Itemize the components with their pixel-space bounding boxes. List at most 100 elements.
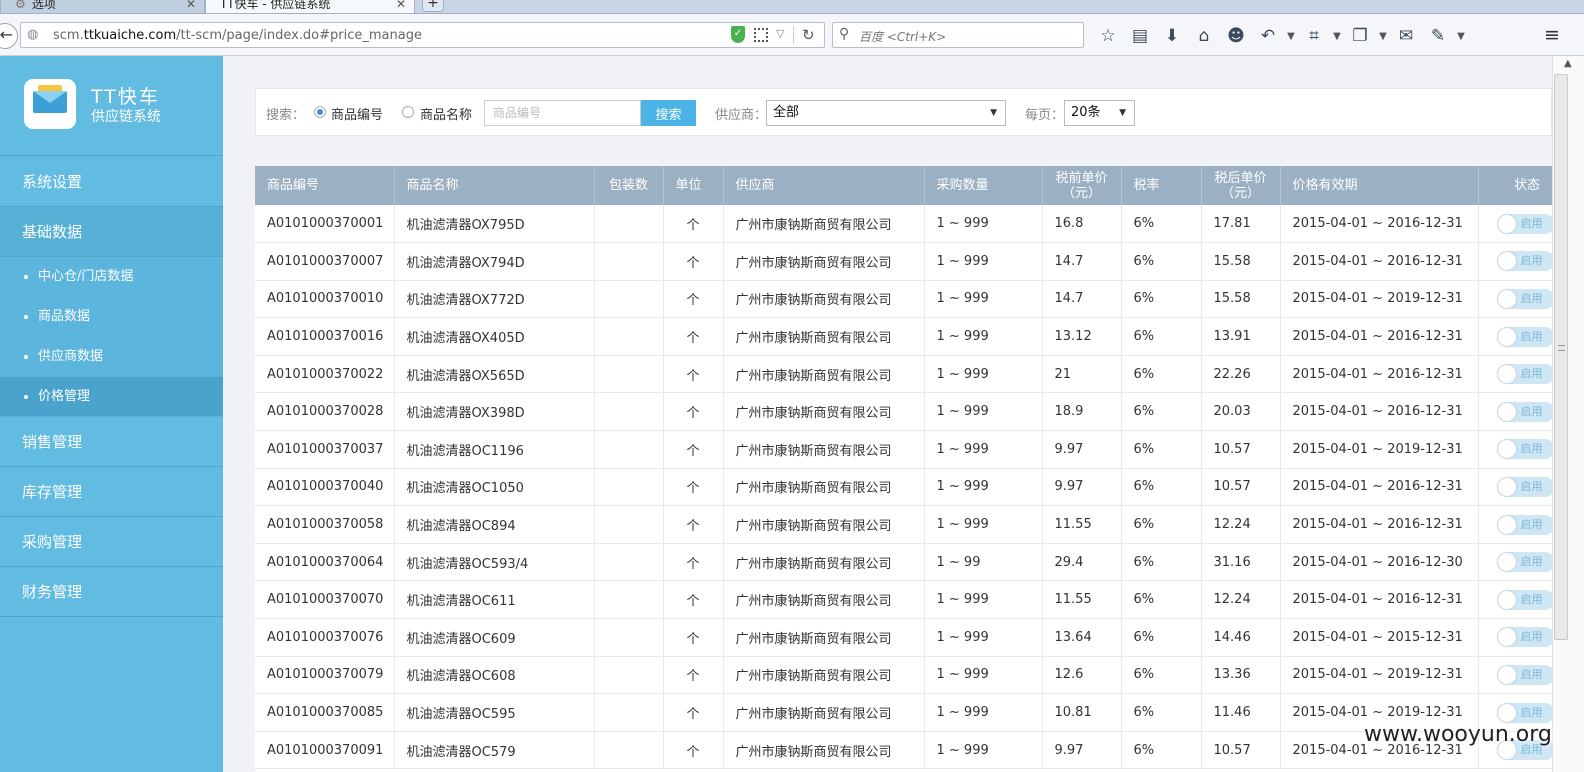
search-button[interactable]: 搜索 <box>641 100 696 126</box>
table-row[interactable]: A0101000370085 机油滤清器OC595 个广州市康钠斯商贸有限公司 1 ~… <box>255 693 1552 732</box>
status-toggle[interactable]: 启用 <box>1496 476 1552 497</box>
reload-icon[interactable]: ↻ <box>802 26 815 44</box>
product-code-cell: A0101000370010 <box>255 280 395 318</box>
table-row[interactable]: A0101000370022 机油滤清器OX565D 个广州市康钠斯商贸有限公司 1 … <box>255 355 1552 393</box>
supplier-cell: 广州市康钠斯商贸有限公司 <box>723 618 925 657</box>
chevron-down-icon[interactable]: ▼ <box>1330 31 1344 42</box>
table-row[interactable]: A0101000370058 机油滤清器OC894 个广州市康钠斯商贸有限公司 1 ~… <box>255 505 1552 544</box>
unit-cell: 个 <box>663 317 724 356</box>
sidebar-item-purchasing[interactable]: 采购管理 <box>0 517 223 567</box>
sidebar-item-system-settings[interactable]: 系统设置 <box>0 157 223 207</box>
unit-cell: 个 <box>663 580 724 619</box>
status-toggle[interactable]: 启用 <box>1496 364 1552 385</box>
table-row[interactable]: A0101000370037 机油滤清器OC1196 个广州市康钠斯商贸有限公司 1 … <box>255 430 1552 469</box>
radio-product-name-label[interactable]: 商品名称 <box>420 104 472 123</box>
browser-search-bar[interactable]: ⚲ 百度 <Ctrl+K> <box>832 22 1084 48</box>
product-name-cell: 机油滤清器OC608 <box>394 656 595 694</box>
package-count-cell <box>594 205 664 243</box>
package-count-cell <box>594 468 664 506</box>
tab-tt-scm[interactable]: TT快车 - 供应链系统 ✕ <box>205 0 415 13</box>
download-icon[interactable]: ⬇ <box>1156 26 1188 46</box>
table-row[interactable]: A0101000370070 机油滤清器OC611 个广州市康钠斯商贸有限公司 1 ~… <box>255 580 1552 619</box>
chevron-down-icon[interactable]: ▼ <box>1284 31 1298 42</box>
status-toggle[interactable]: 启用 <box>1496 702 1552 723</box>
supplier-select[interactable]: 全部 ▼ <box>766 100 1006 126</box>
status-toggle[interactable]: 启用 <box>1496 439 1552 460</box>
chevron-down-icon[interactable]: ▼ <box>1376 31 1390 42</box>
pre-tax-price-cell: 14.7 <box>1042 280 1122 318</box>
undo-icon[interactable]: ↶ <box>1252 26 1284 46</box>
purchase-qty-cell: 1 ~ 999 <box>924 392 1043 431</box>
reading-list-icon[interactable]: ▤ <box>1124 26 1156 46</box>
status-toggle[interactable]: 启用 <box>1496 514 1552 535</box>
package-count-cell <box>594 242 664 281</box>
shield-icon[interactable]: ✓ <box>731 26 745 43</box>
unit-cell: 个 <box>663 392 724 431</box>
table-row[interactable]: A0101000370001 机油滤清器OX795D 个广州市康钠斯商贸有限公司 1 … <box>255 205 1552 243</box>
package-count-cell <box>594 618 664 657</box>
divider <box>793 26 794 44</box>
scroll-up-icon[interactable]: ▲ <box>1564 58 1572 69</box>
page-icon[interactable]: ❐ <box>1344 26 1376 46</box>
status-cell: 启用 <box>1478 355 1552 393</box>
status-toggle[interactable]: 启用 <box>1496 251 1552 272</box>
qr-code-icon[interactable] <box>754 28 768 42</box>
table-row[interactable]: A0101000370076 机油滤清器OC609 个广州市康钠斯商贸有限公司 1 ~… <box>255 618 1552 657</box>
scrollbar-thumb[interactable] <box>1554 74 1568 640</box>
after-tax-price-cell: 12.24 <box>1201 505 1281 544</box>
sidebar-subitem-supplier-data[interactable]: 供应商数据 <box>0 337 223 377</box>
search-input[interactable] <box>484 100 641 126</box>
purchase-qty-cell: 1 ~ 999 <box>924 468 1043 506</box>
new-tab-button[interactable]: + <box>422 0 444 12</box>
chevron-down-icon[interactable]: ▼ <box>1454 31 1468 42</box>
chat-icon[interactable]: ✉ <box>1390 26 1422 46</box>
sidebar-subitem-product-data[interactable]: 商品数据 <box>0 297 223 337</box>
back-icon[interactable]: ← <box>0 23 18 49</box>
status-toggle[interactable]: 启用 <box>1496 589 1552 610</box>
search-placeholder: 百度 <Ctrl+K> <box>859 30 947 44</box>
tab-options[interactable]: ⚙ 选项 ✕ <box>0 0 205 13</box>
radio-product-code[interactable] <box>314 106 326 118</box>
status-toggle[interactable]: 启用 <box>1496 401 1552 422</box>
table-row[interactable]: A0101000370040 机油滤清器OC1050 个广州市康钠斯商贸有限公司 1 … <box>255 468 1552 506</box>
menu-icon[interactable]: ≡ <box>1540 24 1564 46</box>
url-bar[interactable]: ◍ scm.ttkuaiche.com/tt-scm/page/index.do… <box>20 22 825 48</box>
extension-icon[interactable]: ✎ <box>1422 26 1454 46</box>
sidebar-item-finance[interactable]: 财务管理 <box>0 567 223 617</box>
status-toggle[interactable]: 启用 <box>1496 326 1552 347</box>
status-toggle[interactable]: 启用 <box>1496 552 1552 573</box>
sidebar-item-basic-data[interactable]: 基础数据 <box>0 207 223 257</box>
sidebar-item-sales[interactable]: 销售管理 <box>0 417 223 467</box>
product-name-cell: 机油滤清器OX795D <box>394 205 595 243</box>
emoji-icon[interactable]: ☻ <box>1220 26 1252 46</box>
table-row[interactable]: A0101000370091 机油滤清器OC579 个广州市康钠斯商贸有限公司 1 ~… <box>255 731 1552 769</box>
per-page-select[interactable]: 20条 ▼ <box>1064 100 1135 126</box>
close-icon[interactable]: ✕ <box>186 0 196 13</box>
url-text[interactable]: scm.ttkuaiche.com/tt-scm/page/index.do#p… <box>53 28 422 43</box>
table-row[interactable]: A0101000370028 机油滤清器OX398D 个广州市康钠斯商贸有限公司 1 … <box>255 392 1552 431</box>
close-icon[interactable]: ✕ <box>396 0 406 13</box>
crop-icon[interactable]: ⌗ <box>1298 26 1330 46</box>
status-toggle[interactable]: 启用 <box>1496 627 1552 648</box>
home-icon[interactable]: ⌂ <box>1188 26 1220 46</box>
table-row[interactable]: A0101000370016 机油滤清器OX405D 个广州市康钠斯商贸有限公司 1 … <box>255 317 1552 356</box>
table-row[interactable]: A0101000370007 机油滤清器OX794D 个广州市康钠斯商贸有限公司 1 … <box>255 242 1552 281</box>
after-tax-price-cell: 31.16 <box>1201 543 1281 581</box>
supplier-cell: 广州市康钠斯商贸有限公司 <box>723 543 925 581</box>
radio-product-code-label[interactable]: 商品编号 <box>331 104 383 123</box>
chevron-down-icon[interactable]: ▽ <box>776 27 784 40</box>
table-row[interactable]: A0101000370010 机油滤清器OX772D 个广州市康钠斯商贸有限公司 1 … <box>255 280 1552 318</box>
sidebar-item-inventory[interactable]: 库存管理 <box>0 467 223 517</box>
star-icon[interactable]: ☆ <box>1092 26 1124 46</box>
pre-tax-price-cell: 11.55 <box>1042 505 1122 544</box>
page-scrollbar[interactable]: ▲ <box>1552 56 1584 772</box>
sidebar-subitem-price-management[interactable]: 价格管理 <box>0 377 223 417</box>
table-row[interactable]: A0101000370064 机油滤清器OC593/4 个广州市康钠斯商贸有限公司 1… <box>255 543 1552 581</box>
status-toggle[interactable]: 启用 <box>1496 664 1552 685</box>
status-toggle[interactable]: 启用 <box>1496 213 1552 234</box>
sidebar-subitem-warehouse-store[interactable]: 中心仓/门店数据 <box>0 257 223 297</box>
status-toggle[interactable]: 启用 <box>1496 288 1552 309</box>
table-row[interactable]: A0101000370079 机油滤清器OC608 个广州市康钠斯商贸有限公司 1 ~… <box>255 656 1552 694</box>
radio-product-name[interactable] <box>402 106 414 118</box>
price-table-container: 商品编号 商品名称 包装数 单位 供应商 采购数量 税前单价（元） 税率 税后单价（元） 价格有效… <box>255 166 1552 772</box>
